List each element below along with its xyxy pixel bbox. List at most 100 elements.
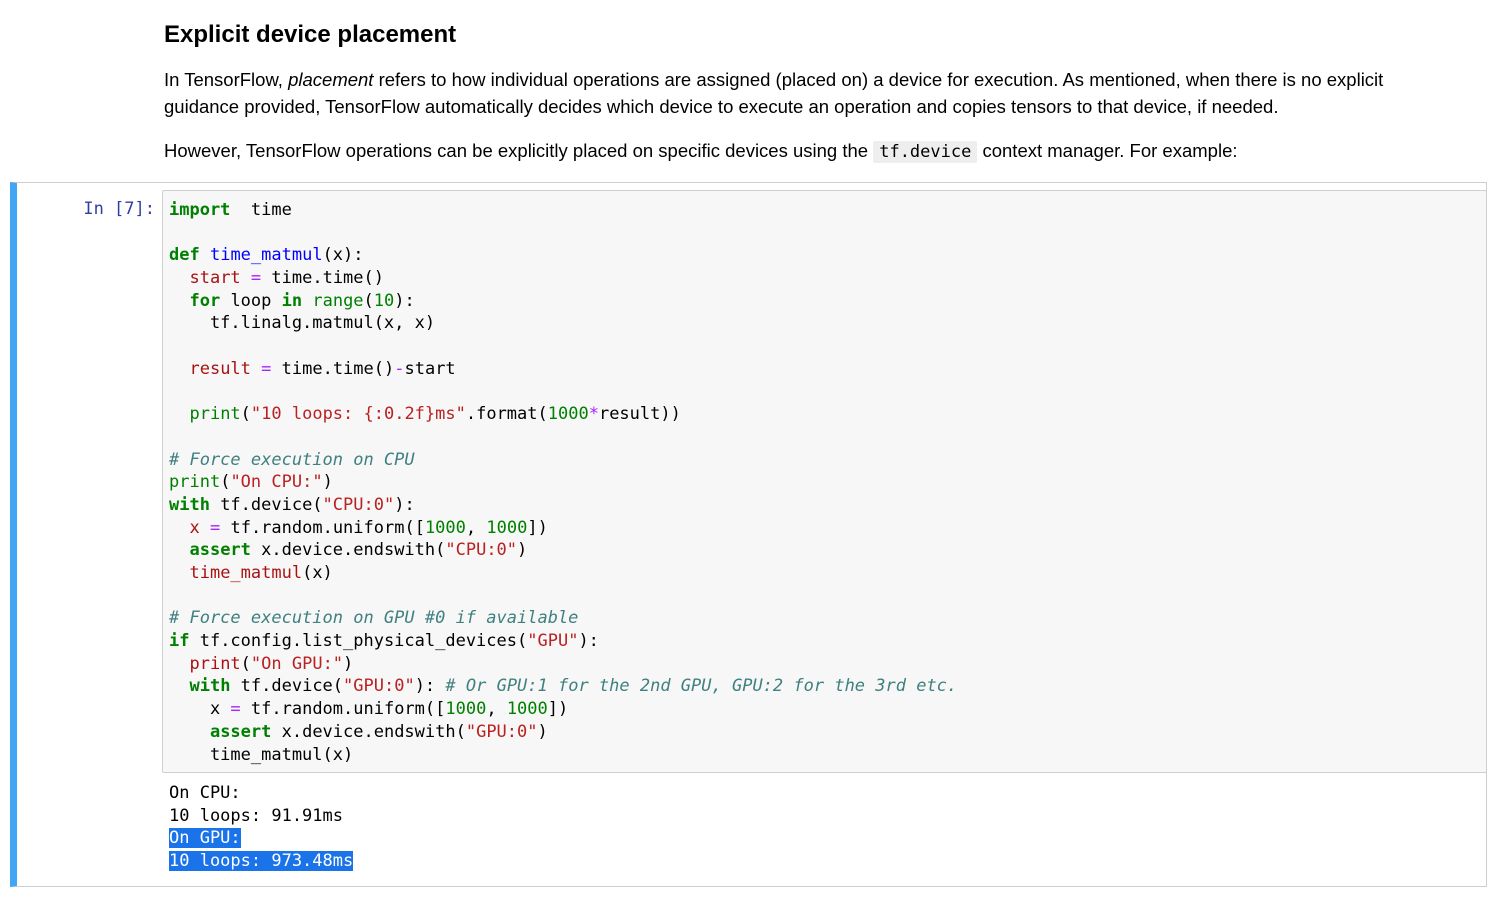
- code-line: # Force execution on GPU #0 if available: [169, 607, 957, 630]
- code-token: ,: [465, 517, 487, 538]
- p2-text-after: context manager. For example:: [977, 140, 1238, 161]
- code-token: =: [250, 268, 262, 289]
- output-line: 10 loops: 91.91ms: [169, 805, 353, 828]
- output-line: On CPU:: [169, 782, 353, 805]
- code-token: (: [220, 472, 231, 493]
- code-token: *: [588, 404, 599, 425]
- code-token: ]): [547, 699, 569, 720]
- code-token: time_matmul: [189, 563, 303, 583]
- code-line: time_matmul(x): [169, 562, 957, 585]
- code-token: tf.linalg.matmul(x, x): [169, 313, 436, 334]
- code-token: 1000: [547, 404, 589, 425]
- code-token: 1000: [486, 517, 528, 538]
- code-token: 10: [373, 290, 395, 311]
- output-line: On GPU:: [169, 827, 353, 850]
- code-token: tf.device(: [209, 494, 323, 515]
- code-token: time_matmul(x): [169, 744, 354, 765]
- code-token: ):: [578, 631, 599, 652]
- code-token: ):: [394, 290, 415, 311]
- code-token: result: [189, 358, 251, 379]
- code-token: time.time(): [271, 358, 395, 379]
- code-line: print("On CPU:"): [169, 471, 957, 494]
- code-token: ): [517, 540, 528, 561]
- code-token: .format(: [465, 404, 548, 425]
- code-token: # Or GPU:1 for the 2nd GPU, GPU:2 for th…: [445, 676, 958, 697]
- code-token: range: [312, 290, 364, 311]
- code-token: x: [169, 699, 231, 720]
- code-token: "GPU:0": [465, 721, 538, 742]
- code-token: print: [189, 404, 241, 425]
- code-token: time: [230, 200, 292, 220]
- code-token: =: [209, 517, 221, 538]
- code-token: (: [363, 290, 374, 311]
- code-cell[interactable]: In [7]: import time def time_matmul(x): …: [10, 182, 1487, 887]
- p1-emphasis: placement: [288, 69, 374, 90]
- code-token: "On CPU:": [230, 472, 323, 493]
- code-token: "On GPU:": [250, 653, 344, 674]
- code-token: start: [404, 358, 456, 379]
- code-token: print: [169, 472, 221, 493]
- code-token: "CPU:0": [445, 540, 518, 561]
- code-token: (: [240, 404, 251, 425]
- code-input-area[interactable]: import time def time_matmul(x): start = …: [162, 190, 1487, 773]
- code-token: ): [322, 472, 333, 493]
- code-token: ):: [414, 676, 446, 697]
- code-line: result = time.time()-start: [169, 358, 957, 381]
- code-token: x: [189, 517, 200, 538]
- code-token: ): [343, 653, 354, 674]
- code-line: x = tf.random.uniform([1000, 1000]): [169, 517, 957, 540]
- code-token: ]): [527, 517, 548, 538]
- code-token: x.device.endswith(: [250, 540, 446, 561]
- code-token: assert: [189, 540, 251, 561]
- code-line: start = time.time(): [169, 267, 957, 290]
- code-token: if: [169, 631, 190, 652]
- inline-code-tf-device: tf.device: [873, 141, 978, 163]
- code-line: assert x.device.endswith("CPU:0"): [169, 539, 957, 562]
- output-text-selected: On GPU:: [169, 828, 241, 849]
- code-block[interactable]: import time def time_matmul(x): start = …: [169, 199, 957, 766]
- section-heading: Explicit device placement: [164, 21, 457, 48]
- code-token: -: [394, 358, 405, 379]
- code-token: import: [169, 200, 231, 220]
- code-token: tf.device(: [230, 676, 344, 697]
- code-token: loop: [220, 290, 282, 311]
- paragraph-example: However, TensorFlow operations can be ex…: [164, 137, 1414, 166]
- code-token: tf.random.uniform([: [240, 699, 446, 720]
- output-line: 10 loops: 973.48ms: [169, 850, 354, 873]
- code-token: with: [189, 676, 231, 697]
- cell-output[interactable]: On CPU: 10 loops: 91.91ms On GPU: 10 loops:…: [169, 782, 354, 873]
- code-token: time.time(): [261, 268, 384, 289]
- code-token: time_matmul: [209, 245, 323, 266]
- code-line: print("On GPU:"): [169, 653, 957, 676]
- code-line: # Force execution on CPU: [169, 449, 957, 472]
- p1-text-before: In TensorFlow,: [164, 69, 289, 90]
- paragraph-placement: In TensorFlow, placement refers to how i…: [164, 66, 1414, 120]
- code-token: (: [240, 653, 251, 674]
- code-token: 1000: [424, 517, 466, 538]
- code-token: tf.config.list_physical_devices(: [189, 631, 528, 652]
- code-token: # Force execution on GPU #0 if available: [169, 608, 579, 629]
- code-token: ,: [486, 699, 507, 720]
- code-token: =: [261, 358, 272, 379]
- code-token: 1000: [445, 699, 487, 720]
- code-line: tf.linalg.matmul(x, x): [169, 312, 957, 335]
- code-line: with tf.device("CPU:0"):: [169, 494, 957, 517]
- code-token: (x): [302, 563, 333, 583]
- code-line: print("10 loops: {:0.2f}ms".format(1000*…: [169, 403, 957, 426]
- code-token: print: [189, 653, 241, 674]
